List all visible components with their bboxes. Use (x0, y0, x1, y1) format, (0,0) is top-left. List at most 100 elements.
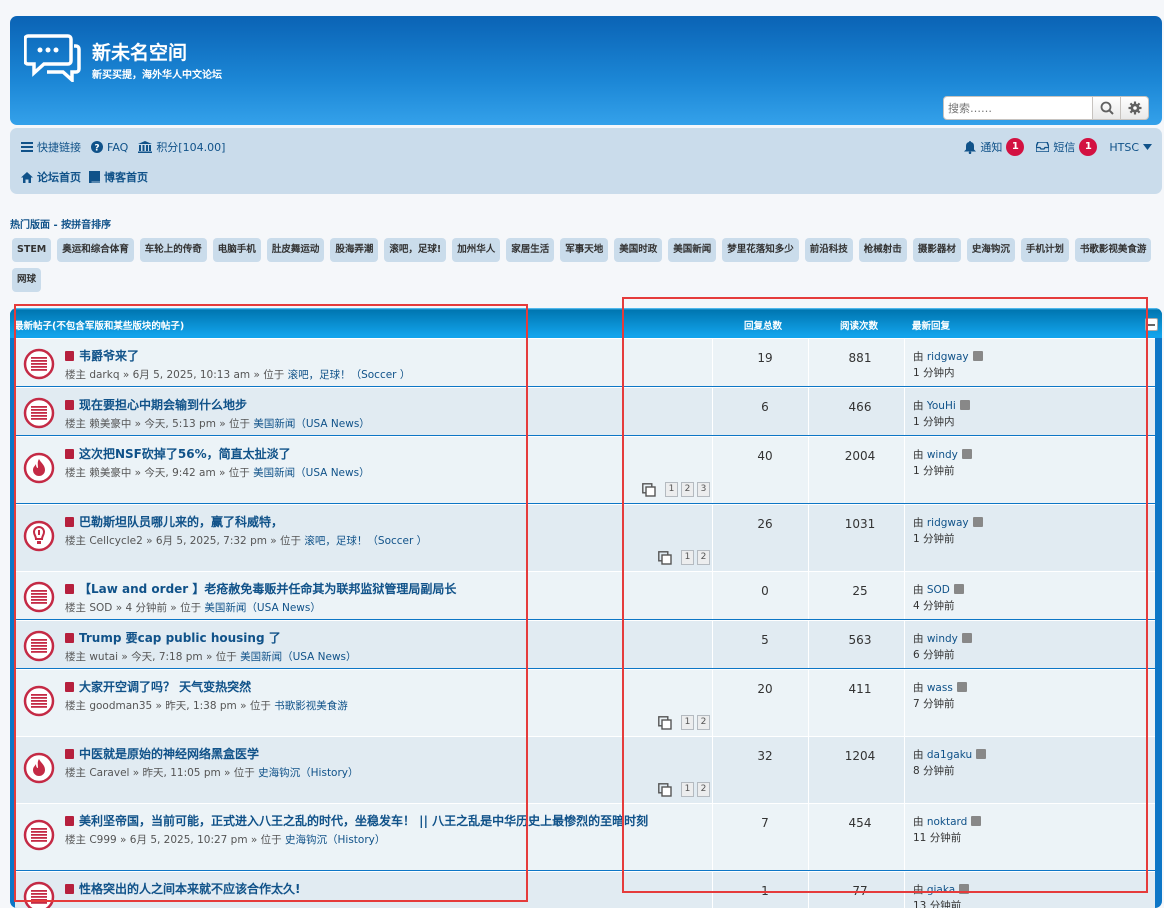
goto-post-icon[interactable] (976, 749, 987, 759)
last-post-author: 由 ridgway (913, 349, 983, 365)
topic-forum-link[interactable]: 滚吧，足球！（Soccer ） (304, 535, 427, 547)
page-link[interactable]: 1 (681, 715, 694, 730)
topic-title-link[interactable]: Trump 要cap public housing 了 (65, 629, 725, 648)
view-count: 25 (852, 584, 868, 598)
goto-post-icon[interactable] (961, 633, 972, 643)
hot-forum-tag[interactable]: 史海钩沉 (966, 238, 1015, 262)
hot-forum-tag[interactable]: 网球 (12, 268, 42, 292)
topic-title: 巴勒斯坦队员哪儿来的，赢了科威特， (79, 515, 284, 529)
goto-post-icon[interactable] (961, 449, 972, 459)
topic-title-link[interactable]: 现在要担心中期会输到什么地步 (65, 396, 725, 415)
page-link[interactable]: 3 (697, 482, 710, 497)
last-post: 由 giaka 13 分钟前 (913, 882, 970, 908)
last-post-user-link[interactable]: da1gaku (927, 749, 972, 761)
hot-forum-tag[interactable]: 奥运和综合体育 (57, 238, 134, 262)
search-button[interactable] (1093, 96, 1121, 120)
hot-forum-tag[interactable]: 电脑手机 (212, 238, 261, 262)
topic-title-link[interactable]: 这次把NSF砍掉了56%，简直太扯淡了 (65, 445, 725, 464)
notifications-link[interactable]: 通知 1 (964, 138, 1025, 156)
pagination: 12 (658, 550, 710, 565)
last-post-by: 由 (913, 517, 927, 529)
topic-forum-link[interactable]: 美国新闻（USA News） (204, 602, 320, 614)
topic-forum-link[interactable]: 书歌影视美食游 (274, 700, 348, 712)
topic-title-link[interactable]: 大家开空调了吗？ 天气变热突然 (65, 678, 725, 697)
topic-title-link[interactable]: 【Law and order 】老疮赦免毒贩并任命其为联邦监狱管理局副局长 (65, 580, 725, 599)
page-link[interactable]: 1 (681, 550, 694, 565)
blog-home-label: 博客首页 (104, 171, 148, 184)
last-post-user-link[interactable]: windy (927, 449, 958, 461)
hot-forum-tag[interactable]: STEM (12, 238, 52, 262)
view-count: 1031 (844, 517, 876, 531)
hot-forum-tag[interactable]: 手机计划 (1020, 238, 1069, 262)
hot-forum-tag[interactable]: 军事天地 (560, 238, 609, 262)
goto-post-icon[interactable] (972, 517, 983, 527)
topic-row: 性格突出的人之间本来就不应该合作太久! 1 77 由 giaka 13 分钟前 (15, 871, 1155, 908)
last-post-user-link[interactable]: SOD (927, 584, 950, 596)
topic-meta: 楼主 SOD » 4 分钟前 » 位于 美国新闻（USA News） (65, 600, 725, 615)
goto-post-icon[interactable] (959, 400, 970, 410)
topic-icon (23, 581, 55, 613)
hot-forum-tag[interactable]: 美国新闻 (668, 238, 717, 262)
last-post-user-link[interactable]: giaka (927, 884, 955, 896)
page-link[interactable]: 2 (681, 482, 694, 497)
page-link[interactable]: 1 (665, 482, 678, 497)
topic-title-link[interactable]: 美利坚帝国，当前可能，正式进入八王之乱的时代，坐稳发车！ || 八王之乱是中华历… (65, 812, 725, 831)
page-link[interactable]: 2 (697, 715, 710, 730)
site-title[interactable]: 新未名空间 (92, 38, 187, 65)
goto-post-icon[interactable] (971, 816, 982, 826)
search-input[interactable] (943, 96, 1093, 120)
hot-forum-tag[interactable]: 枪械射击 (858, 238, 907, 262)
advanced-search-button[interactable] (1121, 96, 1149, 120)
last-post-user-link[interactable]: noktard (927, 816, 968, 828)
document-icon (65, 749, 74, 759)
topic-title-link[interactable]: 韦爵爷来了 (65, 347, 725, 366)
quick-links-menu[interactable]: 快捷链接 (21, 139, 81, 155)
last-post-user-link[interactable]: ridgway (927, 517, 969, 529)
last-post-user-link[interactable]: wass (927, 682, 953, 694)
home-icon (21, 171, 33, 183)
topic-forum-link[interactable]: 美国新闻（USA News） (253, 418, 369, 430)
last-post-user-link[interactable]: ridgway (927, 351, 969, 363)
last-post-user-link[interactable]: windy (927, 633, 958, 645)
page-link[interactable]: 1 (681, 782, 694, 797)
topic-forum-link[interactable]: 滚吧，足球！（Soccer ） (288, 369, 411, 381)
hot-forum-tag[interactable]: 加州华人 (452, 238, 501, 262)
topic-title-link[interactable]: 巴勒斯坦队员哪儿来的，赢了科威特， (65, 513, 725, 532)
user-menu[interactable]: HTSC (1109, 141, 1152, 154)
page-link[interactable]: 2 (697, 782, 710, 797)
goto-post-icon[interactable] (972, 351, 983, 361)
forum-home-link[interactable]: 论坛首页 (21, 169, 81, 185)
goto-post-icon[interactable] (953, 584, 964, 594)
goto-post-icon[interactable] (959, 884, 970, 894)
topic-forum-link[interactable]: 美国新闻（USA News） (240, 651, 356, 663)
page-link[interactable]: 2 (697, 550, 710, 565)
chat-bubbles-icon[interactable] (24, 30, 82, 82)
hot-forum-tag[interactable]: 前沿科技 (804, 238, 853, 262)
hot-forum-tag[interactable]: 家居生活 (506, 238, 555, 262)
hot-forum-tag[interactable]: 书歌影视美食游 (1074, 238, 1152, 262)
last-post-by: 由 (913, 682, 927, 694)
faq-link[interactable]: ? FAQ (91, 141, 128, 154)
topic-row: 中医就是原始的神经网络黑盒医学 楼主 Caravel » 昨天, 11:05 pm… (15, 736, 1155, 803)
topic-title-link[interactable]: 中医就是原始的神经网络黑盒医学 (65, 745, 725, 764)
hot-forum-tag[interactable]: 梦里花落知多少 (722, 238, 799, 262)
hot-forum-tag[interactable]: 车轮上的传奇 (139, 238, 207, 262)
topic-forum-link[interactable]: 史海钩沉（History） (285, 834, 385, 846)
hot-forum-tag[interactable]: 滚吧，足球! (384, 238, 447, 262)
topic-forum-link[interactable]: 史海钩沉（History） (258, 767, 358, 779)
topic-title-link[interactable]: 性格突出的人之间本来就不应该合作太久! (65, 880, 725, 899)
messages-link[interactable]: 短信 1 (1036, 138, 1098, 156)
goto-post-icon[interactable] (956, 682, 967, 692)
hot-forum-tag[interactable]: 美国时政 (614, 238, 663, 262)
collapse-button[interactable] (1145, 318, 1158, 331)
quick-links-label: 快捷链接 (37, 141, 81, 154)
topic-forum-link[interactable]: 美国新闻（USA News） (253, 467, 369, 479)
last-post-user-link[interactable]: YouHi (927, 400, 956, 412)
topic-meta-text: 楼主 SOD » 4 分钟前 » 位于 (65, 602, 205, 614)
site-header: 新未名空间 新买买提，海外华人中文论坛 (10, 16, 1162, 125)
hot-forum-tag[interactable]: 股海弄潮 (330, 238, 379, 262)
points-link[interactable]: 积分[104.00] (138, 139, 225, 155)
blog-home-link[interactable]: 博客首页 (89, 169, 148, 185)
hot-forum-tag[interactable]: 肚皮舞运动 (266, 238, 325, 262)
hot-forum-tag[interactable]: 摄影器材 (912, 238, 961, 262)
